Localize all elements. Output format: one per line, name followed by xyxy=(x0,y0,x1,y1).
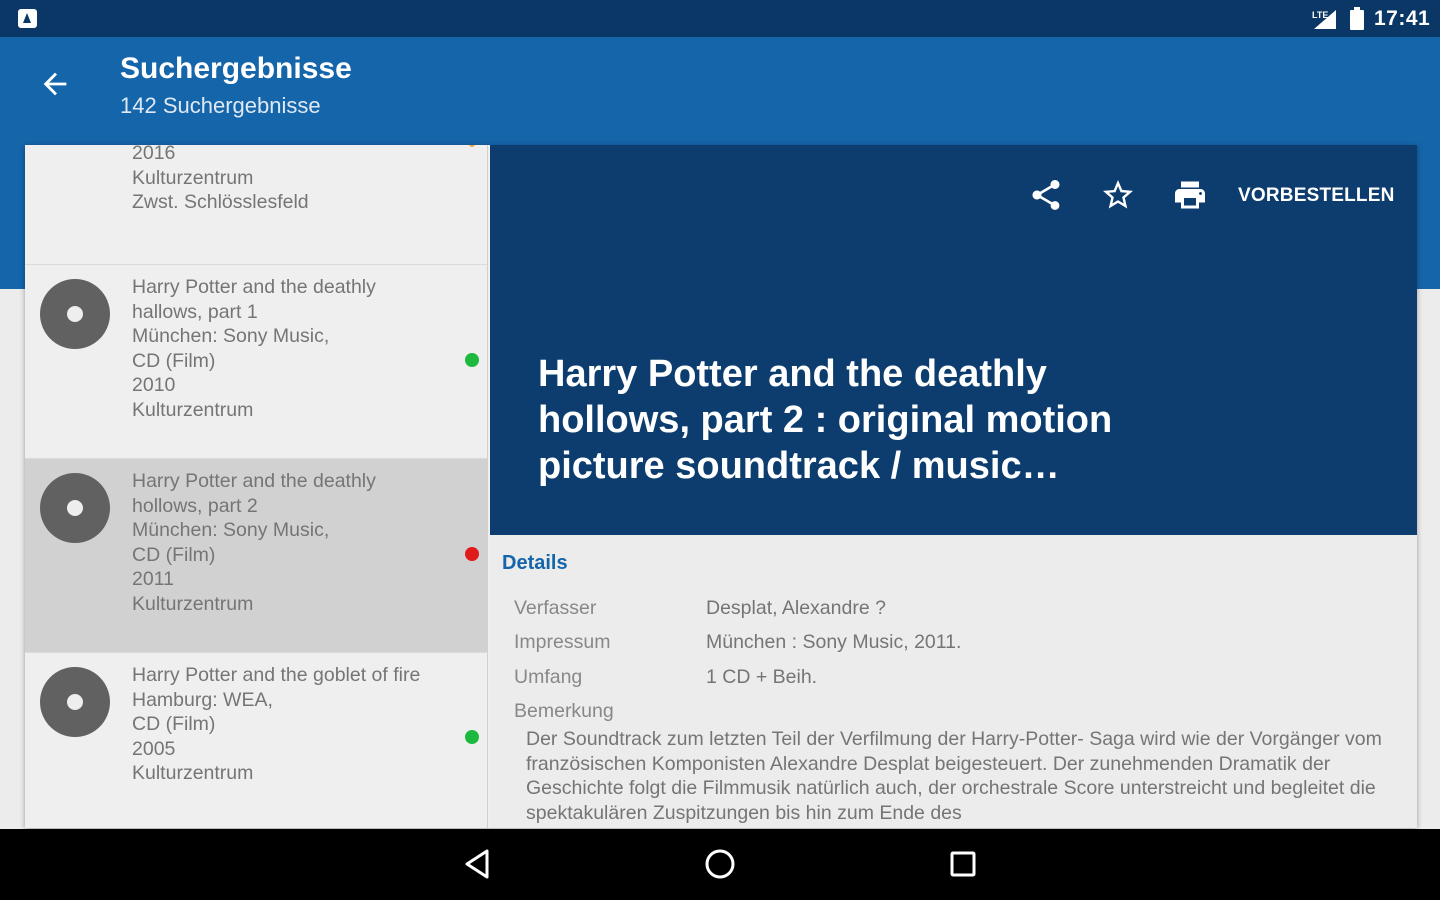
field-value: 1 CD + Beih. xyxy=(706,666,818,688)
nav-recents-icon[interactable] xyxy=(945,846,981,882)
result-line: 2010 xyxy=(132,374,176,396)
result-line: 2016 xyxy=(132,145,176,164)
result-line: Harry Potter and the deathly xyxy=(132,470,376,492)
result-line: CD (Film) xyxy=(132,543,216,566)
cd-icon xyxy=(40,279,110,349)
cd-icon xyxy=(40,473,110,543)
result-line: Kulturzentrum xyxy=(132,592,254,615)
field-row: Umfang 1 CD + Beih. xyxy=(514,666,817,689)
share-icon[interactable] xyxy=(1028,177,1064,213)
print-icon[interactable] xyxy=(1172,177,1208,213)
availability-dot xyxy=(465,730,479,744)
field-label: Impressum xyxy=(514,631,611,653)
svg-text:LTE: LTE xyxy=(1312,10,1328,20)
result-count: 142 Suchergebnisse xyxy=(120,93,321,118)
list-item[interactable]: 2016 Kulturzentrum Zwst. Schlösslesfeld xyxy=(25,145,487,265)
results-list[interactable]: 2016 Kulturzentrum Zwst. Schlösslesfeld … xyxy=(25,145,488,828)
result-text: 2016 Kulturzentrum Zwst. Schlösslesfeld xyxy=(132,145,309,215)
list-item[interactable]: Harry Potter and the deathly hallows, pa… xyxy=(25,265,487,459)
result-line: München: Sony Music, xyxy=(132,325,330,347)
list-item[interactable]: Harry Potter and the goblet of fire Hamb… xyxy=(25,653,487,828)
detail-header: VORBESTELLEN Harry Potter and the deathl… xyxy=(490,145,1417,535)
field-value: Desplat, Alexandre ? xyxy=(706,597,886,619)
field-label: Bemerkung xyxy=(514,700,614,722)
navigation-bar xyxy=(0,829,1440,900)
field-row: Verfasser Desplat, Alexandre ? xyxy=(514,597,886,620)
field-label: Umfang xyxy=(514,666,583,688)
detail-pane: VORBESTELLEN Harry Potter and the deathl… xyxy=(490,145,1417,828)
notification-icon xyxy=(18,9,37,28)
star-outline-icon[interactable] xyxy=(1100,177,1136,213)
page-title: Suchergebnisse xyxy=(120,52,352,85)
result-line: 2005 xyxy=(132,737,176,760)
availability-dot xyxy=(465,547,479,561)
status-bar: LTE 17:41 xyxy=(0,0,1440,37)
content-card: 2016 Kulturzentrum Zwst. Schlösslesfeld … xyxy=(25,145,1417,828)
battery-icon xyxy=(1350,7,1364,30)
result-text: Harry Potter and the deathly hallows, pa… xyxy=(132,275,376,422)
result-line: Zwst. Schlösslesfeld xyxy=(132,191,309,213)
result-line: 2011 xyxy=(132,568,174,590)
preorder-button[interactable]: VORBESTELLEN xyxy=(1238,185,1395,207)
result-line: CD (Film) xyxy=(132,349,216,372)
result-line: Harry Potter and the deathly xyxy=(132,276,376,298)
result-line: München: Sony Music, xyxy=(132,519,330,541)
availability-indicator xyxy=(469,145,475,147)
result-line: Kulturzentrum xyxy=(132,762,254,784)
details-section-title: Details xyxy=(502,552,568,574)
result-line: Kulturzentrum xyxy=(132,166,254,189)
list-item-selected[interactable]: Harry Potter and the deathly hollows, pa… xyxy=(25,459,487,653)
field-row: Impressum München : Sony Music, 2011. xyxy=(514,631,961,654)
result-line: Kulturzentrum xyxy=(132,398,254,421)
cd-icon xyxy=(40,667,110,737)
field-value: München : Sony Music, 2011. xyxy=(706,631,962,653)
detail-title: Harry Potter and the deathly hollows, pa… xyxy=(538,353,1113,487)
result-text: Harry Potter and the deathly hollows, pa… xyxy=(132,469,376,616)
result-line: hallows, part 1 xyxy=(132,300,258,323)
nav-back-icon[interactable] xyxy=(460,846,496,882)
availability-dot xyxy=(465,353,479,367)
result-line: Harry Potter and the goblet of fire xyxy=(132,664,421,686)
nav-home-icon[interactable] xyxy=(702,846,738,882)
signal-icon: LTE xyxy=(1312,10,1336,29)
result-line: CD (Film) xyxy=(132,713,216,735)
arrow-back-icon[interactable] xyxy=(38,67,72,101)
field-row: Bemerkung xyxy=(514,700,614,723)
field-label: Verfasser xyxy=(514,597,597,619)
result-line: hollows, part 2 xyxy=(132,494,258,517)
result-text: Harry Potter and the goblet of fire Hamb… xyxy=(132,663,420,786)
remark-text: Der Soundtrack zum letzten Teil der Verf… xyxy=(526,728,1382,824)
clock: 17:41 xyxy=(1374,7,1431,30)
result-line: Hamburg: WEA, xyxy=(132,688,273,711)
